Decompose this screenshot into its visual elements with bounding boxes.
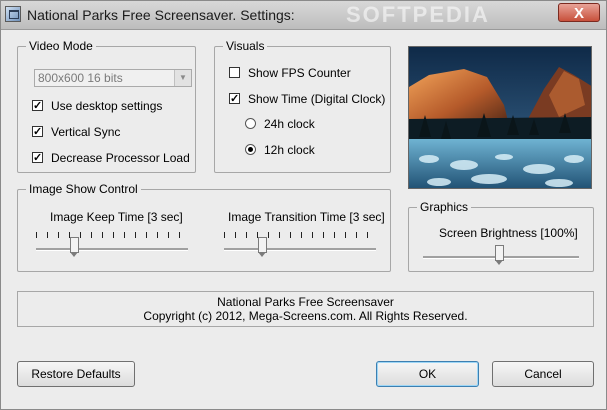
vertical-sync-checkbox[interactable]: Vertical Sync bbox=[32, 124, 120, 140]
checkbox-checked-icon[interactable] bbox=[32, 150, 43, 166]
image-keep-time-label: Image Keep Time [3 sec] bbox=[50, 210, 183, 224]
copyright-box: National Parks Free Screensaver Copyrigh… bbox=[17, 291, 594, 327]
close-button[interactable]: X bbox=[558, 3, 600, 22]
chevron-down-icon[interactable]: ▼ bbox=[174, 70, 191, 86]
checkbox-checked-icon[interactable] bbox=[32, 124, 43, 140]
settings-window: National Parks Free Screensaver. Setting… bbox=[0, 0, 607, 410]
cancel-button[interactable]: Cancel bbox=[492, 361, 594, 387]
preview-image bbox=[408, 46, 592, 189]
image-transition-time-slider[interactable] bbox=[224, 230, 376, 257]
show-time-checkbox[interactable]: Show Time (Digital Clock) bbox=[229, 91, 385, 107]
visuals-legend: Visuals bbox=[223, 39, 268, 53]
show-fps-checkbox[interactable]: Show FPS Counter bbox=[229, 65, 351, 81]
yosemite-photo bbox=[409, 47, 591, 188]
clock-12h-radio[interactable]: 12h clock bbox=[245, 142, 315, 158]
video-mode-legend: Video Mode bbox=[26, 39, 96, 53]
restore-defaults-button[interactable]: Restore Defaults bbox=[17, 361, 135, 387]
slider-ticks bbox=[36, 232, 188, 238]
image-transition-time-label: Image Transition Time [3 sec] bbox=[228, 210, 385, 224]
resolution-value: 800x600 16 bits bbox=[38, 71, 123, 85]
app-icon bbox=[5, 6, 21, 22]
slider-thumb[interactable] bbox=[258, 237, 267, 257]
checkbox-unchecked-icon[interactable] bbox=[229, 67, 240, 79]
image-show-control-group: Image Show Control Image Keep Time [3 se… bbox=[17, 182, 391, 272]
image-keep-time-slider[interactable] bbox=[36, 230, 188, 257]
decrease-processor-load-label: Decrease Processor Load bbox=[51, 151, 190, 165]
visuals-group: Visuals Show FPS Counter Show Time (Digi… bbox=[214, 39, 391, 173]
use-desktop-settings-label: Use desktop settings bbox=[51, 99, 163, 113]
radio-selected-icon[interactable] bbox=[245, 144, 256, 156]
app-name-text: National Parks Free Screensaver bbox=[217, 295, 394, 309]
title-bar[interactable]: National Parks Free Screensaver. Setting… bbox=[1, 1, 606, 30]
clock-24h-label: 24h clock bbox=[264, 117, 315, 131]
slider-track[interactable] bbox=[36, 248, 188, 251]
slider-thumb[interactable] bbox=[495, 245, 504, 265]
vertical-sync-label: Vertical Sync bbox=[51, 125, 121, 139]
image-show-control-legend: Image Show Control bbox=[26, 182, 141, 196]
use-desktop-settings-checkbox[interactable]: Use desktop settings bbox=[32, 98, 162, 114]
radio-unselected-icon[interactable] bbox=[245, 118, 256, 130]
screen-brightness-slider[interactable] bbox=[423, 238, 579, 265]
video-mode-group: Video Mode 800x600 16 bits ▼ Use desktop… bbox=[17, 39, 196, 173]
checkbox-checked-icon[interactable] bbox=[32, 98, 43, 114]
clock-12h-label: 12h clock bbox=[264, 143, 315, 157]
show-time-label: Show Time (Digital Clock) bbox=[248, 92, 386, 106]
slider-ticks bbox=[224, 232, 376, 238]
checkbox-checked-icon[interactable] bbox=[229, 91, 240, 107]
slider-track[interactable] bbox=[224, 248, 376, 251]
ok-button[interactable]: OK bbox=[376, 361, 479, 387]
copyright-text: Copyright (c) 2012, Mega-Screens.com. Al… bbox=[143, 309, 468, 323]
decrease-processor-load-checkbox[interactable]: Decrease Processor Load bbox=[32, 150, 190, 166]
watermark-softpedia: SOFTPEDIA bbox=[346, 2, 490, 27]
graphics-legend: Graphics bbox=[417, 200, 472, 214]
window-title: National Parks Free Screensaver. Setting… bbox=[27, 7, 295, 23]
slider-thumb[interactable] bbox=[70, 237, 79, 257]
graphics-group: Graphics Screen Brightness [100%] bbox=[408, 200, 594, 272]
clock-24h-radio[interactable]: 24h clock bbox=[245, 116, 315, 132]
resolution-select[interactable]: 800x600 16 bits ▼ bbox=[34, 69, 192, 87]
show-fps-label: Show FPS Counter bbox=[248, 66, 351, 80]
